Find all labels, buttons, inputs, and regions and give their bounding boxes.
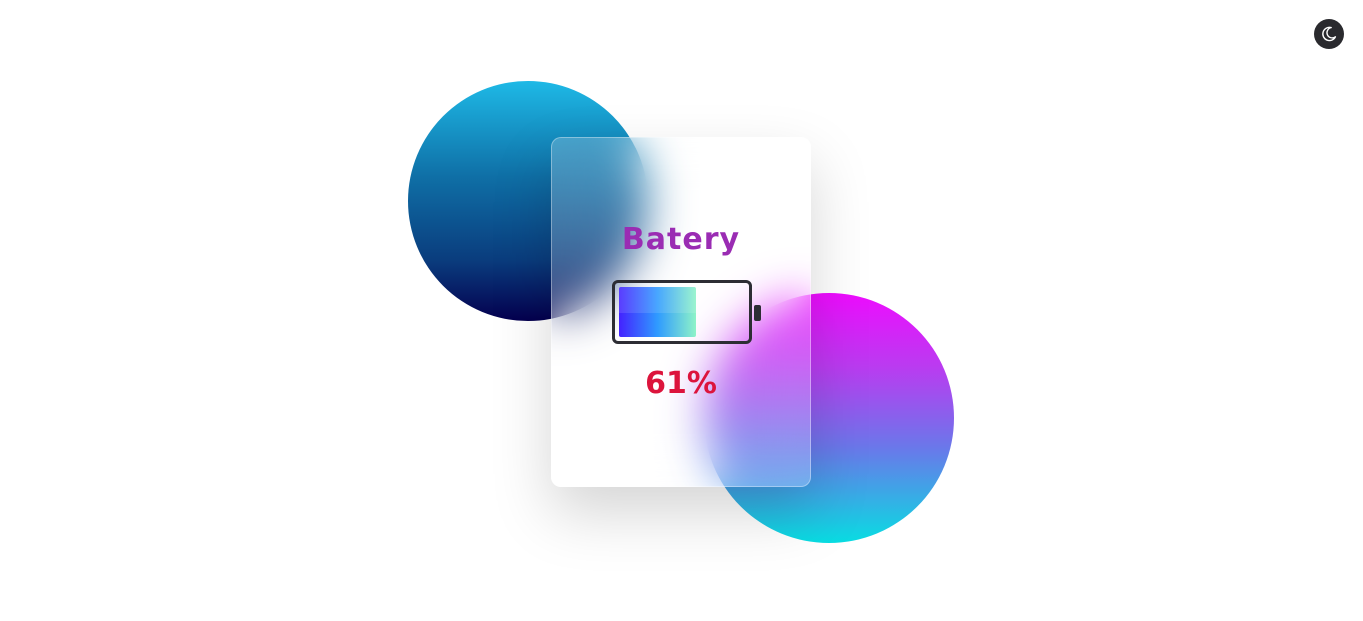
battery-card: Batery 61% [551,137,811,487]
theme-toggle-button[interactable] [1314,19,1344,49]
battery-tip [754,305,761,321]
battery-percentage: 61% [645,366,717,401]
moon-icon [1322,26,1337,42]
card-title: Batery [621,222,741,257]
battery-level-fill [619,287,696,337]
battery-body [612,280,752,344]
